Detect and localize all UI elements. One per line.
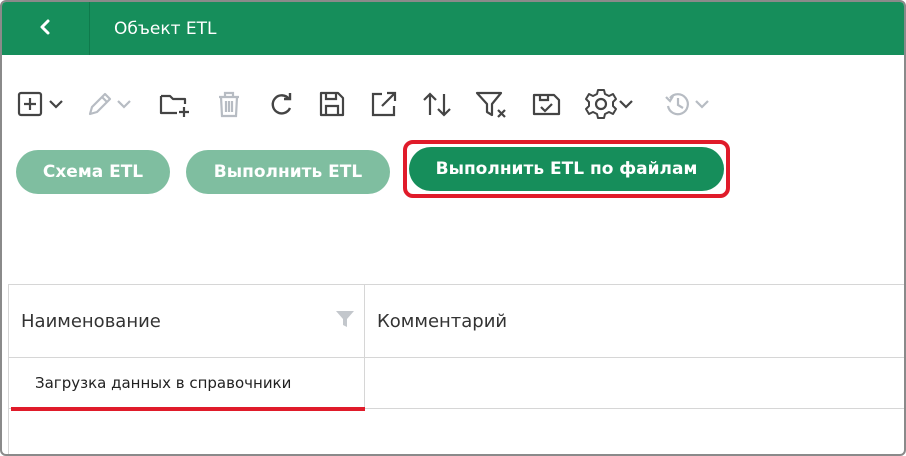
save-view-button[interactable] <box>530 84 564 124</box>
export-button[interactable] <box>368 84 400 124</box>
app-header: Объект ETL <box>2 2 904 55</box>
add-folder-icon <box>158 88 192 120</box>
run-etl-button[interactable]: Выполнить ETL <box>186 150 390 194</box>
delete-icon <box>214 88 244 120</box>
table-cell-name: Загрузка данных в справочники <box>9 358 365 408</box>
clear-filter-icon <box>474 88 510 120</box>
edit-icon <box>84 88 116 120</box>
column-header-label: Наименование <box>21 310 161 332</box>
clear-filter-button[interactable] <box>474 84 510 124</box>
highlight-frame <box>403 140 730 198</box>
column-header-comment[interactable]: Комментарий <box>365 285 904 357</box>
delete-button[interactable] <box>214 84 244 124</box>
add-folder-button[interactable] <box>158 84 192 124</box>
chevron-down-icon <box>48 88 64 120</box>
toolbar <box>16 84 710 124</box>
highlight-underline <box>11 407 365 411</box>
page-title: Объект ETL <box>114 18 217 39</box>
column-header-name[interactable]: Наименование <box>9 285 365 357</box>
data-table: Наименование Комментарий Загрузка данных… <box>8 284 904 454</box>
refresh-icon <box>266 88 296 120</box>
edit-button[interactable] <box>84 84 132 124</box>
add-button[interactable] <box>16 84 64 124</box>
save-button[interactable] <box>316 84 348 124</box>
chevron-down-icon <box>116 88 132 120</box>
column-header-label: Комментарий <box>377 310 508 332</box>
save-icon <box>316 88 348 120</box>
back-button[interactable] <box>2 2 90 55</box>
add-icon <box>16 88 48 120</box>
chevron-down-icon <box>694 88 710 120</box>
history-icon <box>662 88 694 120</box>
sort-button[interactable] <box>420 84 454 124</box>
filter-icon[interactable] <box>335 309 355 333</box>
save-view-icon <box>530 88 564 120</box>
schema-etl-button[interactable]: Схема ETL <box>16 150 170 194</box>
gear-icon <box>584 87 618 121</box>
history-button[interactable] <box>662 84 710 124</box>
chevron-down-icon <box>618 88 634 120</box>
sort-icon <box>420 88 454 120</box>
export-icon <box>368 88 400 120</box>
chevron-left-icon <box>39 18 53 40</box>
refresh-button[interactable] <box>266 84 296 124</box>
table-header: Наименование Комментарий <box>9 284 904 358</box>
window-frame: Объект ETL Схема ETL Выполнить ETL Выпол… <box>0 0 906 456</box>
settings-button[interactable] <box>584 84 634 124</box>
table-row[interactable]: Загрузка данных в справочники <box>9 358 904 409</box>
